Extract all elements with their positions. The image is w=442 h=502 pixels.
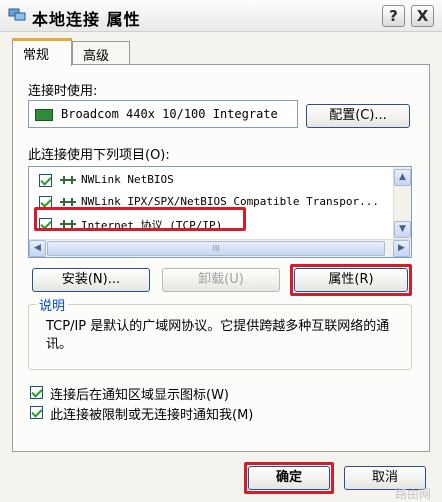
checkbox[interactable] xyxy=(30,386,43,399)
checkbox[interactable] xyxy=(39,174,52,187)
adapter-name: Broadcom 440x 10/100 Integrate xyxy=(61,107,278,121)
watermark: 路由网 xyxy=(395,487,432,501)
vertical-scrollbar[interactable]: ▲ ▼ xyxy=(393,167,411,241)
tab-advanced[interactable]: 高级 xyxy=(72,41,130,65)
scroll-thumb[interactable]: III xyxy=(47,241,385,256)
adapter-field: Broadcom 440x 10/100 Integrate xyxy=(28,100,298,128)
tab-general[interactable]: 常规 xyxy=(12,38,72,66)
option-label: 此连接被限制或无连接时通知我(M) xyxy=(50,408,254,423)
components-label: 此连接使用下列项目(O): xyxy=(28,148,170,163)
network-adapter-icon xyxy=(35,109,53,121)
uninstall-button[interactable]: 卸载(U) xyxy=(162,268,280,292)
tcpip-highlight xyxy=(34,207,246,231)
window-title: 本地连接 属性 xyxy=(32,10,141,29)
list-item[interactable]: NWLink NetBIOS xyxy=(29,169,389,191)
list-item-label: NWLink NetBIOS xyxy=(81,173,174,186)
scroll-left-icon[interactable]: ◀ xyxy=(29,240,46,257)
connect-using-label: 连接时使用: xyxy=(28,84,98,99)
scroll-right-icon[interactable]: ▶ xyxy=(393,240,410,257)
ok-highlight xyxy=(244,462,334,494)
network-connection-icon xyxy=(8,8,26,21)
option-label: 连接后在通知区域显示图标(W) xyxy=(50,388,229,403)
help-button[interactable]: ? xyxy=(382,5,405,27)
checkbox[interactable] xyxy=(30,406,43,419)
install-button[interactable]: 安装(N)... xyxy=(32,268,150,292)
close-button[interactable]: X xyxy=(411,5,434,27)
properties-highlight xyxy=(290,264,412,296)
horizontal-scrollbar[interactable]: ◀ III ▶ xyxy=(29,239,411,257)
configure-button[interactable]: 配置(C)... xyxy=(306,104,410,128)
description-text: TCP/IP 是默认的广域网协议。它提供跨越多种互联网络的通讯。 xyxy=(46,319,390,352)
protocol-icon xyxy=(60,176,76,184)
description-legend: 说明 xyxy=(36,295,69,314)
scroll-down-icon[interactable]: ▼ xyxy=(394,221,411,238)
title-bar: 本地连接 属性 ? X xyxy=(0,0,442,32)
scroll-up-icon[interactable]: ▲ xyxy=(394,169,411,186)
